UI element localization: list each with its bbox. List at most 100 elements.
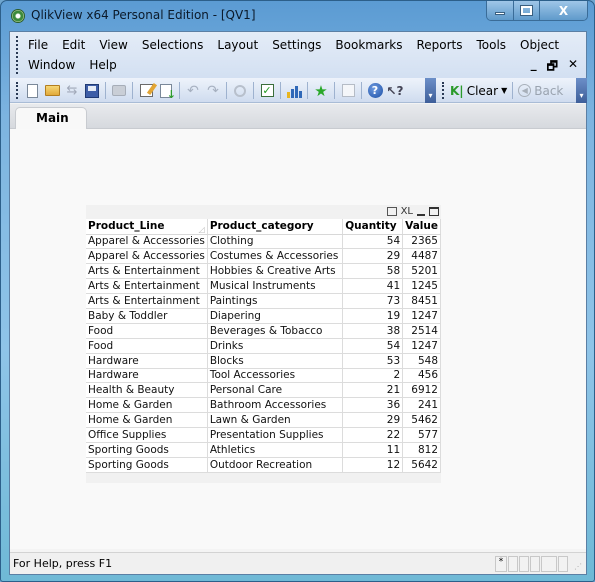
cell-quantity[interactable]: 29 — [342, 248, 404, 265]
cell-product-line[interactable]: Baby & Toddler — [86, 308, 208, 324]
cell-product-category[interactable]: Diapering — [207, 308, 344, 324]
menu-settings[interactable]: Settings — [272, 38, 321, 52]
cell-value[interactable]: 5201 — [402, 263, 441, 280]
cell-product-category[interactable]: Drinks — [207, 338, 344, 354]
menu-layout[interactable]: Layout — [217, 38, 258, 52]
cell-product-line[interactable]: Hardware — [86, 353, 208, 369]
cell-quantity[interactable]: 41 — [342, 278, 404, 295]
open-button[interactable] — [43, 82, 61, 100]
cell-quantity[interactable]: 58 — [342, 263, 404, 280]
cell-product-line[interactable]: Hardware — [86, 368, 208, 384]
cell-value[interactable]: 548 — [402, 353, 441, 369]
cell-value[interactable]: 2365 — [402, 234, 441, 250]
menu-file[interactable]: File — [28, 38, 48, 52]
add-bookmark-button[interactable]: ★ — [312, 82, 330, 100]
cell-value[interactable]: 5642 — [402, 457, 441, 473]
menu-view[interactable]: View — [99, 38, 127, 52]
table-box[interactable]: XL Product_Line Product_category Quantit… — [86, 205, 441, 483]
context-help-button[interactable]: ↖? — [386, 82, 404, 100]
cell-value[interactable]: 8451 — [402, 293, 441, 309]
menu-window[interactable]: Window — [28, 58, 75, 72]
cell-product-category[interactable]: Blocks — [207, 353, 344, 369]
menu-edit[interactable]: Edit — [62, 38, 85, 52]
chevron-down-icon[interactable]: ▼ — [501, 86, 507, 95]
table-box-caption[interactable]: XL — [86, 205, 441, 219]
print-icon[interactable] — [386, 207, 397, 216]
cell-value[interactable]: 4487 — [402, 248, 441, 265]
menu-help[interactable]: Help — [89, 58, 116, 72]
cell-quantity[interactable]: 54 — [342, 234, 404, 250]
cell-product-line[interactable]: Home & Garden — [86, 412, 208, 429]
reload-button[interactable]: ⇆ — [63, 82, 81, 100]
menu-tools[interactable]: Tools — [476, 38, 506, 52]
cell-product-line[interactable]: Apparel & Accessories — [86, 248, 208, 265]
column-header-product-line[interactable]: Product_Line — [86, 219, 208, 235]
title-bar[interactable]: QlikView x64 Personal Edition - [QV1] X — [1, 1, 594, 31]
help-button[interactable]: ? — [366, 82, 384, 100]
print-button[interactable] — [110, 82, 128, 100]
cell-product-category[interactable]: Costumes & Accessories — [207, 248, 344, 265]
column-header-value[interactable]: Value — [402, 219, 441, 235]
menubar-grip[interactable] — [16, 36, 19, 74]
cell-value[interactable]: 577 — [402, 427, 441, 443]
cell-quantity[interactable]: 38 — [342, 323, 404, 339]
cell-product-line[interactable]: Arts & Entertainment — [86, 293, 208, 309]
toolbar-overflow-button[interactable]: ▾ — [425, 78, 436, 103]
cell-quantity[interactable]: 29 — [342, 412, 404, 429]
cell-product-category[interactable]: Musical Instruments — [207, 278, 344, 295]
menu-selections[interactable]: Selections — [142, 38, 204, 52]
cell-quantity[interactable]: 12 — [342, 457, 404, 473]
edit-script-button[interactable] — [137, 82, 155, 100]
cell-quantity[interactable]: 21 — [342, 382, 404, 399]
cell-product-line[interactable]: Home & Garden — [86, 397, 208, 414]
cell-value[interactable]: 241 — [402, 397, 441, 414]
search-button[interactable] — [231, 82, 249, 100]
cell-product-category[interactable]: Athletics — [207, 442, 344, 458]
undo-button[interactable]: ↶ — [184, 82, 202, 100]
cell-value[interactable]: 2514 — [402, 323, 441, 339]
cell-product-line[interactable]: Health & Beauty — [86, 382, 208, 399]
cell-product-line[interactable]: Office Supplies — [86, 427, 208, 443]
cell-product-line[interactable]: Arts & Entertainment — [86, 263, 208, 280]
navigation-toolbar-grip[interactable] — [442, 82, 445, 99]
cell-value[interactable]: 5462 — [402, 412, 441, 429]
cell-quantity[interactable]: 53 — [342, 353, 404, 369]
cell-quantity[interactable]: 54 — [342, 338, 404, 354]
minimize-button[interactable] — [487, 1, 514, 20]
cell-value[interactable]: 812 — [402, 442, 441, 458]
cell-quantity[interactable]: 73 — [342, 293, 404, 309]
cell-value[interactable]: 6912 — [402, 382, 441, 399]
navigation-toolbar-overflow-button[interactable]: ▾ — [576, 78, 587, 103]
menu-object[interactable]: Object — [520, 38, 559, 52]
cell-quantity[interactable]: 19 — [342, 308, 404, 324]
clear-button[interactable]: K| Clear ▼ — [448, 84, 509, 98]
cell-product-line[interactable]: Sporting Goods — [86, 442, 208, 458]
cell-product-category[interactable]: Hobbies & Creative Arts — [207, 263, 344, 280]
menu-bookmarks[interactable]: Bookmarks — [335, 38, 402, 52]
cell-quantity[interactable]: 22 — [342, 427, 404, 443]
cell-product-category[interactable]: Presentation Supplies — [207, 427, 344, 443]
new-document-button[interactable] — [23, 82, 41, 100]
chart-wizard-button[interactable] — [285, 82, 303, 100]
cell-value[interactable]: 1247 — [402, 308, 441, 324]
cell-product-category[interactable]: Lawn & Garden — [207, 412, 344, 429]
reload-data-button[interactable] — [157, 82, 176, 101]
cell-product-line[interactable]: Food — [86, 338, 208, 354]
cell-product-category[interactable]: Outdoor Recreation — [207, 457, 344, 473]
cell-product-line[interactable]: Food — [86, 323, 208, 339]
cell-product-line[interactable]: Apparel & Accessories — [86, 234, 208, 250]
cell-value[interactable]: 456 — [402, 368, 441, 384]
menu-reports[interactable]: Reports — [416, 38, 462, 52]
cell-product-category[interactable]: Tool Accessories — [207, 368, 344, 384]
cell-product-category[interactable]: Paintings — [207, 293, 344, 309]
cell-product-category[interactable]: Bathroom Accessories — [207, 397, 344, 414]
cell-value[interactable]: 1245 — [402, 278, 441, 295]
cell-product-category[interactable]: Personal Care — [207, 382, 344, 399]
resize-grip-icon[interactable]: ⋰ — [574, 562, 584, 572]
maximize-button[interactable] — [514, 1, 540, 20]
select-fields-button[interactable]: ✓ — [258, 82, 276, 100]
cell-product-line[interactable]: Sporting Goods — [86, 457, 208, 473]
cell-quantity[interactable]: 2 — [342, 368, 404, 384]
send-to-excel-icon[interactable]: XL — [401, 206, 413, 217]
cell-quantity[interactable]: 11 — [342, 442, 404, 458]
